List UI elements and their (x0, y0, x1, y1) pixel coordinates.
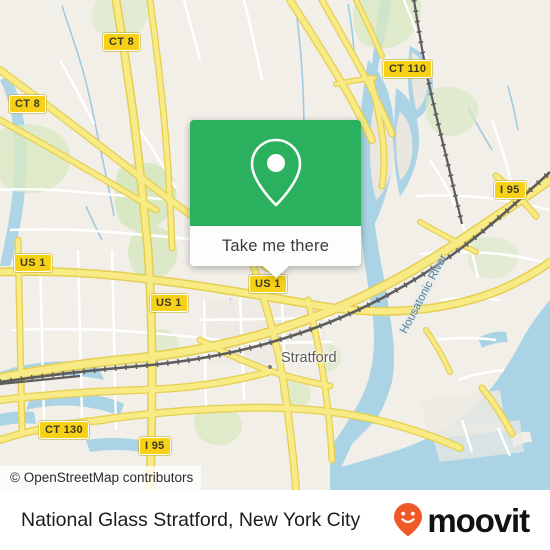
moovit-logo[interactable]: moovit (393, 490, 530, 550)
popup-header (190, 120, 361, 226)
take-me-there-button[interactable]: Take me there (190, 226, 361, 266)
map-attribution[interactable]: © OpenStreetMap contributors (0, 466, 202, 490)
road-shield[interactable]: I 95 (139, 437, 171, 455)
popup-pointer-tail (262, 266, 289, 278)
road-shield[interactable]: CT 130 (39, 421, 89, 439)
place-label-stratford: Stratford (281, 350, 337, 366)
road-shield[interactable]: CT 110 (383, 60, 433, 78)
screenshot-root: CT 8 CT 8 CT 110 I 95 US 1 US 1 US 1 CT … (0, 0, 550, 550)
moovit-smiley-pin-icon (394, 503, 423, 537)
road-shield[interactable]: US 1 (150, 294, 188, 312)
map-popup[interactable]: Take me there (190, 120, 361, 278)
footer-bar: National Glass Stratford, New York City … (0, 490, 550, 550)
place-marker-dot (268, 365, 272, 369)
moovit-wordmark: moovit (427, 501, 530, 539)
road-shield[interactable]: CT 8 (9, 95, 47, 113)
map-canvas[interactable]: CT 8 CT 8 CT 110 I 95 US 1 US 1 US 1 CT … (0, 0, 550, 490)
road-shield[interactable]: CT 8 (103, 33, 141, 51)
page-title: National Glass Stratford, New York City (21, 509, 361, 531)
road-shield[interactable]: US 1 (14, 254, 52, 272)
map-pin-icon (250, 138, 301, 207)
road-shield[interactable]: I 95 (494, 181, 526, 199)
